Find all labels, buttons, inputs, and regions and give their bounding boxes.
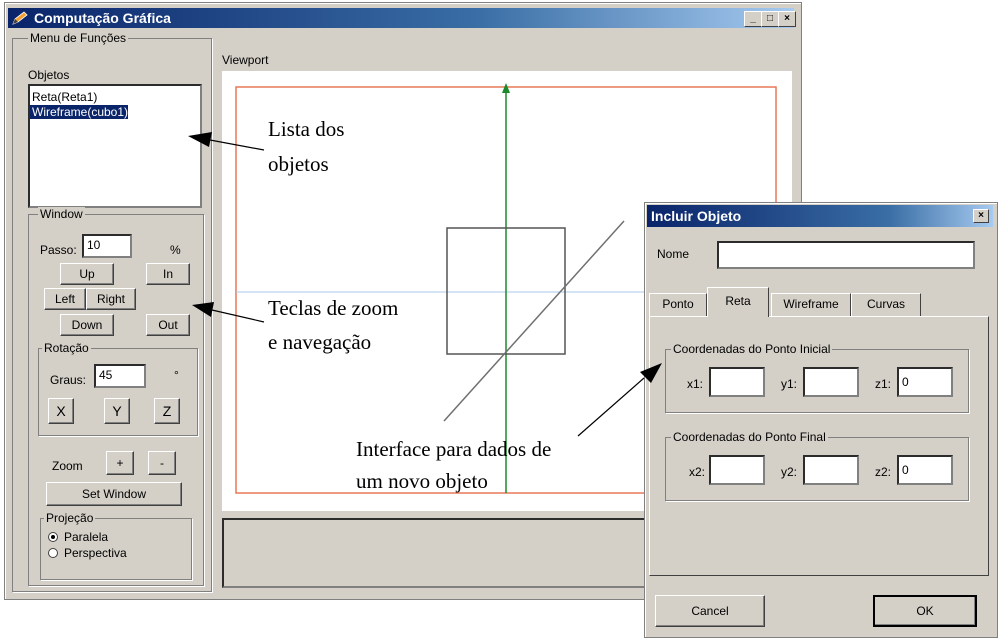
dialog-title-bar[interactable]: Incluir Objeto × bbox=[647, 205, 993, 227]
objects-label: Objetos bbox=[28, 68, 70, 82]
set-window-button[interactable]: Set Window bbox=[46, 482, 182, 506]
callout-objects-line2: objetos bbox=[268, 152, 329, 176]
cancel-button[interactable]: Cancel bbox=[655, 595, 765, 627]
rotate-x-button[interactable]: X bbox=[48, 398, 74, 424]
callout-interface-line2: um novo objeto bbox=[356, 469, 488, 493]
menu-functions-label: Menu de Funções bbox=[28, 31, 129, 45]
rotate-y-button[interactable]: Y bbox=[104, 398, 130, 424]
include-object-dialog: Incluir Objeto × Nome Ponto Reta Wirefra… bbox=[644, 202, 998, 638]
x2-input[interactable] bbox=[709, 455, 765, 485]
window-title: Computação Gráfica bbox=[34, 10, 171, 26]
x1-input[interactable] bbox=[709, 367, 765, 397]
callout-objects-line1: Lista dos bbox=[268, 117, 345, 141]
window-group-label: Window bbox=[38, 207, 85, 221]
x2-label: x2: bbox=[689, 465, 706, 479]
degrees-label: Graus: bbox=[50, 373, 87, 387]
radio-paralela[interactable] bbox=[48, 532, 58, 542]
viewport-label: Viewport bbox=[222, 53, 269, 67]
z1-label: z1: bbox=[875, 377, 892, 391]
main-title-bar[interactable]: Computação Gráfica _ □ × bbox=[8, 8, 796, 28]
rotation-group-label: Rotação bbox=[42, 341, 91, 355]
zoom-out-button[interactable]: Out bbox=[146, 314, 190, 336]
up-button[interactable]: Up bbox=[60, 263, 114, 285]
z2-label: z2: bbox=[875, 465, 892, 479]
zoom-in-button[interactable]: In bbox=[146, 263, 190, 285]
y1-label: y1: bbox=[781, 377, 798, 391]
dialog-title: Incluir Objeto bbox=[651, 208, 742, 224]
callout-interface-line1: Interface para dados de bbox=[356, 437, 552, 461]
step-unit: % bbox=[170, 243, 181, 257]
radio-paralela-label: Paralela bbox=[64, 530, 109, 544]
initial-point-label: Coordenadas do Ponto Inicial bbox=[671, 342, 833, 356]
radio-perspectiva-label: Perspectiva bbox=[64, 546, 127, 560]
name-input[interactable] bbox=[717, 241, 975, 269]
reta-line bbox=[443, 220, 625, 422]
zoom-label: Zoom bbox=[52, 459, 83, 473]
z1-input[interactable]: 0 bbox=[897, 367, 953, 397]
tab-reta[interactable]: Reta bbox=[707, 287, 769, 317]
minimize-button[interactable]: _ bbox=[744, 11, 762, 27]
tab-ponto[interactable]: Ponto bbox=[649, 293, 707, 317]
degrees-unit: ° bbox=[174, 368, 179, 382]
objects-list[interactable]: Reta(Reta1) Wireframe(cubo1) bbox=[28, 84, 202, 208]
list-item-reta[interactable]: Reta(Reta1) bbox=[30, 90, 97, 104]
rotate-z-button[interactable]: Z bbox=[154, 398, 180, 424]
ok-button[interactable]: OK bbox=[873, 595, 977, 627]
z2-input[interactable]: 0 bbox=[897, 455, 953, 485]
y2-input[interactable] bbox=[803, 455, 859, 485]
final-point-label: Coordenadas do Ponto Final bbox=[671, 430, 828, 444]
close-button[interactable]: × bbox=[778, 11, 796, 27]
radio-dot bbox=[51, 535, 55, 539]
right-button[interactable]: Right bbox=[86, 288, 136, 310]
y1-input[interactable] bbox=[803, 367, 859, 397]
zoom-minus-button[interactable]: - bbox=[148, 451, 176, 475]
left-button[interactable]: Left bbox=[44, 288, 86, 310]
zoom-plus-button[interactable]: + bbox=[106, 451, 134, 475]
down-button[interactable]: Down bbox=[60, 314, 114, 336]
degrees-input[interactable]: 45 bbox=[94, 364, 146, 388]
tab-curvas[interactable]: Curvas bbox=[851, 293, 921, 317]
radio-perspectiva[interactable] bbox=[48, 548, 58, 558]
tab-wireframe[interactable]: Wireframe bbox=[771, 293, 851, 317]
name-label: Nome bbox=[657, 247, 690, 261]
step-input[interactable]: 10 bbox=[82, 234, 132, 258]
callout-zoom-line2: e navegação bbox=[268, 330, 372, 354]
vertical-axis-arrow bbox=[502, 83, 510, 93]
maximize-button[interactable]: □ bbox=[761, 11, 779, 27]
app-pencil-icon bbox=[12, 11, 28, 25]
projection-group-label: Projeção bbox=[44, 511, 96, 525]
step-label: Passo: bbox=[40, 243, 77, 257]
list-item-wireframe[interactable]: Wireframe(cubo1) bbox=[30, 105, 129, 119]
dialog-close-button[interactable]: × bbox=[973, 209, 989, 223]
x1-label: x1: bbox=[687, 377, 704, 391]
y2-label: y2: bbox=[781, 465, 798, 479]
callout-zoom-line1: Teclas de zoom bbox=[268, 296, 399, 320]
